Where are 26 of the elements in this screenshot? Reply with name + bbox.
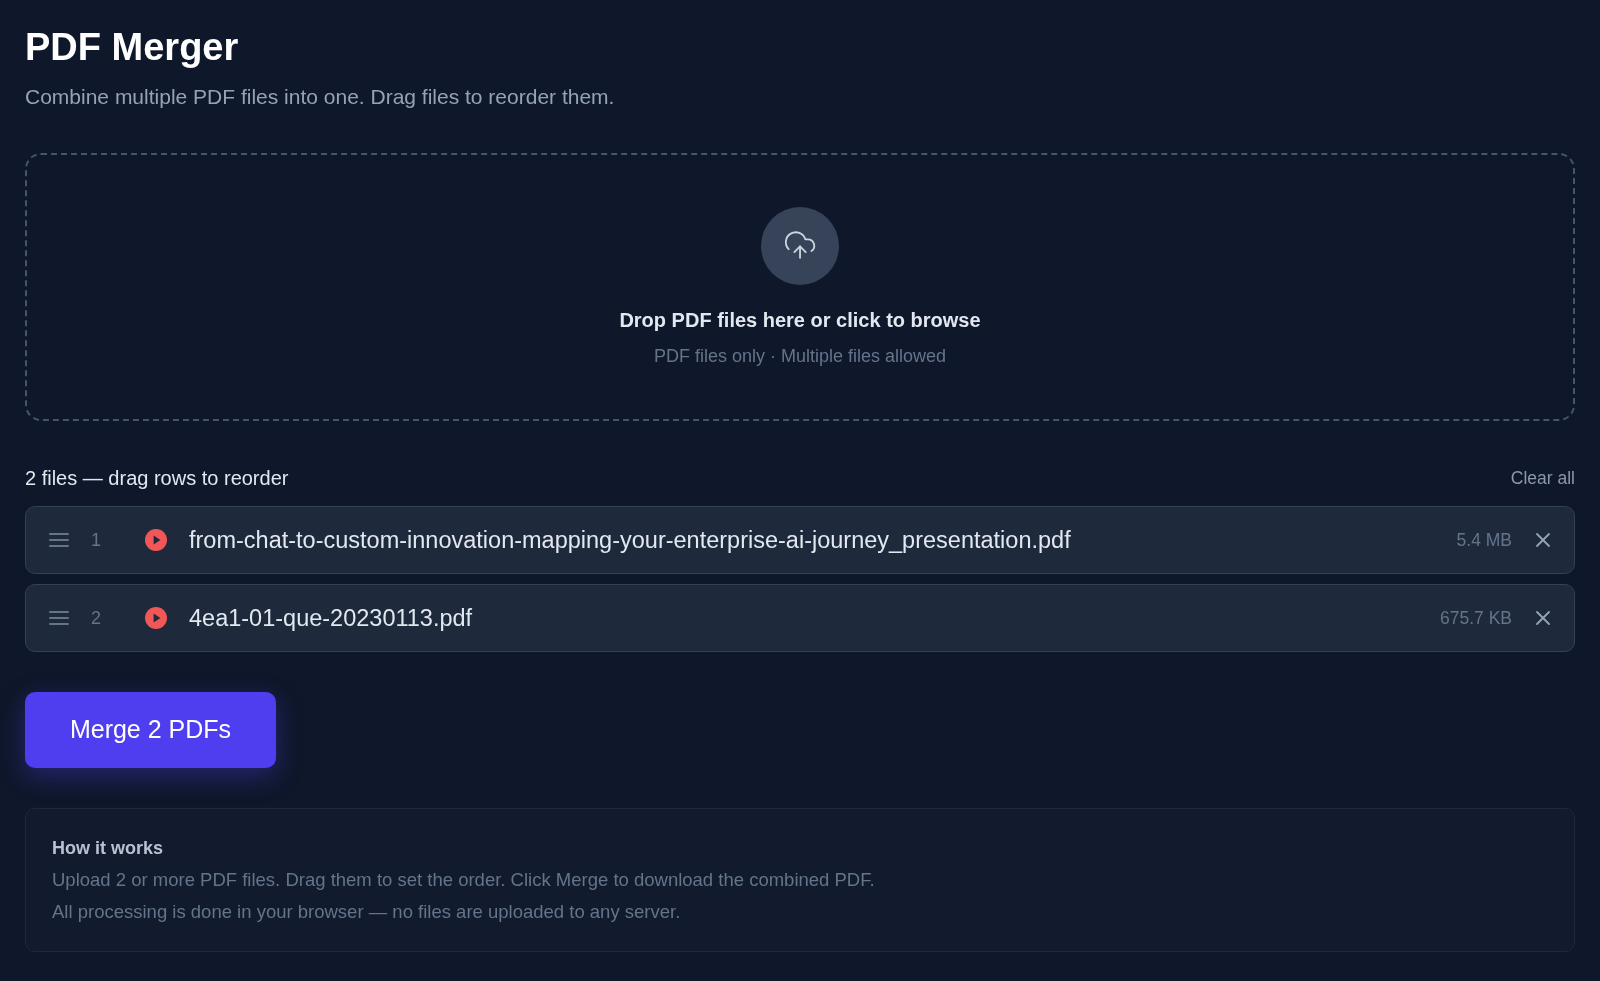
play-circle-icon xyxy=(145,528,167,551)
file-row[interactable]: 1 from-chat-to-custom-innovation-mapping-your-enterprise-ai-journey_presentation.pdf 5.4 MB xyxy=(25,506,1575,574)
file-name: 4ea1-01-que-20230113.pdf xyxy=(189,603,474,633)
file-size: 5.4 MB xyxy=(1456,528,1512,552)
clear-all-link[interactable]: Clear all xyxy=(1510,466,1575,490)
cloud-upload-icon xyxy=(761,206,839,285)
row-number: 1 xyxy=(90,528,102,552)
close-icon xyxy=(1535,531,1551,548)
page-subtitle: Combine multiple PDF files into one. Drag files to reorder them. xyxy=(25,84,616,110)
file-size: 675.7 KB xyxy=(1440,606,1512,630)
play-circle-icon xyxy=(145,606,167,629)
info-text: Upload 2 or more PDF files. Drag them to set the order. Click Merge to download the combined PDF. xyxy=(52,867,876,892)
file-name: from-chat-to-custom-innovation-mapping-your-enterprise-ai-journey_presentation.pdf xyxy=(189,525,1072,555)
info-title: How it works xyxy=(52,836,164,860)
file-count-label: 2 files — drag rows to reorder xyxy=(25,466,289,491)
file-row[interactable]: 2 4ea1-01-que-20230113.pdf 675.7 KB xyxy=(25,584,1575,652)
close-icon xyxy=(1535,609,1551,626)
row-number: 2 xyxy=(90,606,102,630)
drop-zone-title: Drop PDF files here or click to browse xyxy=(619,307,981,333)
grip-lines-icon[interactable] xyxy=(49,532,69,547)
grip-lines-icon[interactable] xyxy=(49,610,69,625)
drop-zone-hint: PDF files only · Multiple files allowed xyxy=(653,344,947,368)
page-title: PDF Merger xyxy=(25,25,240,70)
merge-button[interactable]: Merge 2 PDFs xyxy=(25,691,276,768)
drop-zone[interactable]: Drop PDF files here or click to browse PDF files only · Multiple files allowed xyxy=(25,153,1575,421)
info-text: All processing is done in your browser — no files are uploaded to any server. xyxy=(52,899,682,924)
